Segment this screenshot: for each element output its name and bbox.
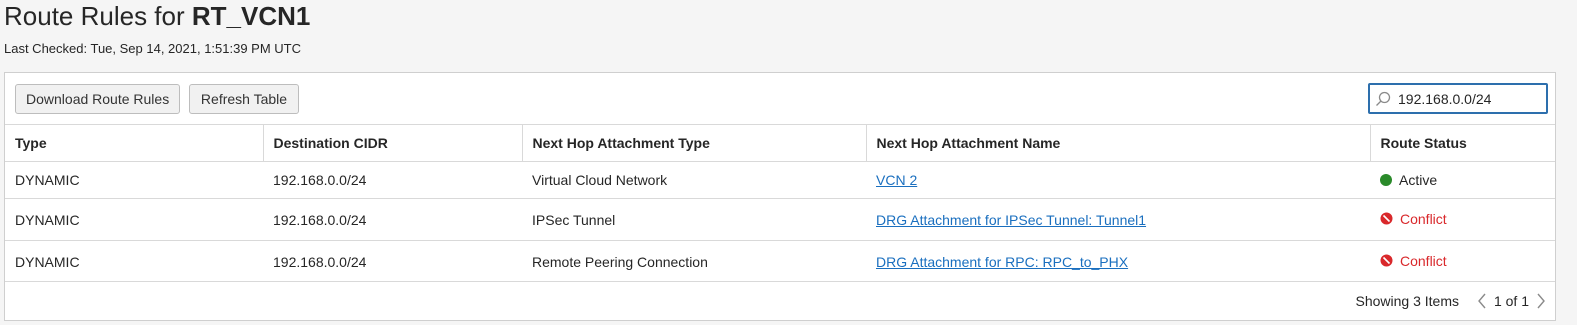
active-status-icon (1380, 173, 1392, 186)
table-row: DYNAMIC 192.168.0.0/24 IPSec Tunnel DRG … (5, 198, 1555, 241)
cell-destination-cidr: 192.168.0.0/24 (263, 240, 522, 282)
status-label: Conflict (1400, 252, 1447, 269)
table-footer: Showing 3 Items 1 of 1 (5, 281, 1555, 321)
cell-next-hop-name: VCN 2 (866, 161, 1370, 199)
cell-type: DYNAMIC (5, 198, 263, 241)
column-header-next-hop-name[interactable]: Next Hop Attachment Name (865, 124, 1370, 162)
cell-next-hop-name: DRG Attachment for IPSec Tunnel: Tunnel1 (866, 198, 1370, 241)
cell-next-hop-type: IPSec Tunnel (522, 198, 866, 241)
refresh-table-button[interactable]: Refresh Table (189, 84, 299, 114)
page-title: Route Rules for RT_VCN1 (4, 0, 310, 32)
route-rules-table: Type Destination CIDR Next Hop Attachmen… (5, 124, 1555, 282)
toolbar: Download Route Rules Refresh Table (5, 73, 1555, 125)
cell-route-status: Conflict (1370, 198, 1555, 241)
cell-destination-cidr: 192.168.0.0/24 (263, 198, 522, 241)
search-box[interactable] (1368, 83, 1548, 114)
download-route-rules-button[interactable]: Download Route Rules (15, 84, 180, 114)
cell-next-hop-name: DRG Attachment for RPC: RPC_to_PHX (866, 240, 1370, 282)
cell-next-hop-type: Remote Peering Connection (522, 240, 866, 282)
route-table-name: RT_VCN1 (191, 1, 311, 31)
page-title-prefix: Route Rules for (4, 1, 185, 31)
column-header-destination-cidr[interactable]: Destination CIDR (262, 124, 522, 162)
status-badge: Conflict (1380, 211, 1447, 227)
cell-route-status: Conflict (1370, 240, 1555, 282)
table-row: DYNAMIC 192.168.0.0/24 Virtual Cloud Net… (5, 161, 1555, 199)
column-header-type[interactable]: Type (5, 124, 263, 162)
chevron-left-icon[interactable] (1476, 292, 1488, 310)
status-label: Active (1399, 171, 1438, 188)
last-checked-timestamp: Last Checked: Tue, Sep 14, 2021, 1:51:39… (4, 41, 302, 56)
item-count: Showing 3 Items (1355, 293, 1460, 309)
column-header-next-hop-type[interactable]: Next Hop Attachment Type (521, 124, 866, 162)
column-header-route-status[interactable]: Route Status (1369, 124, 1555, 162)
route-rules-panel: Download Route Rules Refresh Table Type … (4, 72, 1556, 321)
cell-next-hop-type: Virtual Cloud Network (522, 161, 866, 199)
status-badge: Conflict (1380, 253, 1447, 269)
next-hop-name-link[interactable]: VCN 2 (876, 172, 917, 188)
next-hop-name-link[interactable]: DRG Attachment for RPC: RPC_to_PHX (876, 254, 1128, 270)
cell-destination-cidr: 192.168.0.0/24 (263, 161, 522, 199)
cell-route-status: Active (1370, 161, 1555, 199)
page-info: 1 of 1 (1493, 293, 1529, 309)
pagination: 1 of 1 (1476, 292, 1547, 310)
next-hop-name-link[interactable]: DRG Attachment for IPSec Tunnel: Tunnel1 (876, 212, 1146, 228)
table-row: DYNAMIC 192.168.0.0/24 Remote Peering Co… (5, 240, 1555, 282)
cell-type: DYNAMIC (5, 240, 263, 282)
search-input[interactable] (1398, 89, 1543, 108)
conflict-icon (1380, 212, 1393, 225)
table-header-row: Type Destination CIDR Next Hop Attachmen… (5, 124, 1555, 162)
search-icon (1376, 91, 1391, 106)
chevron-right-icon[interactable] (1535, 292, 1547, 310)
status-label: Conflict (1400, 210, 1447, 227)
status-badge: Active (1380, 172, 1437, 188)
conflict-icon (1380, 254, 1393, 267)
cell-type: DYNAMIC (5, 161, 263, 199)
